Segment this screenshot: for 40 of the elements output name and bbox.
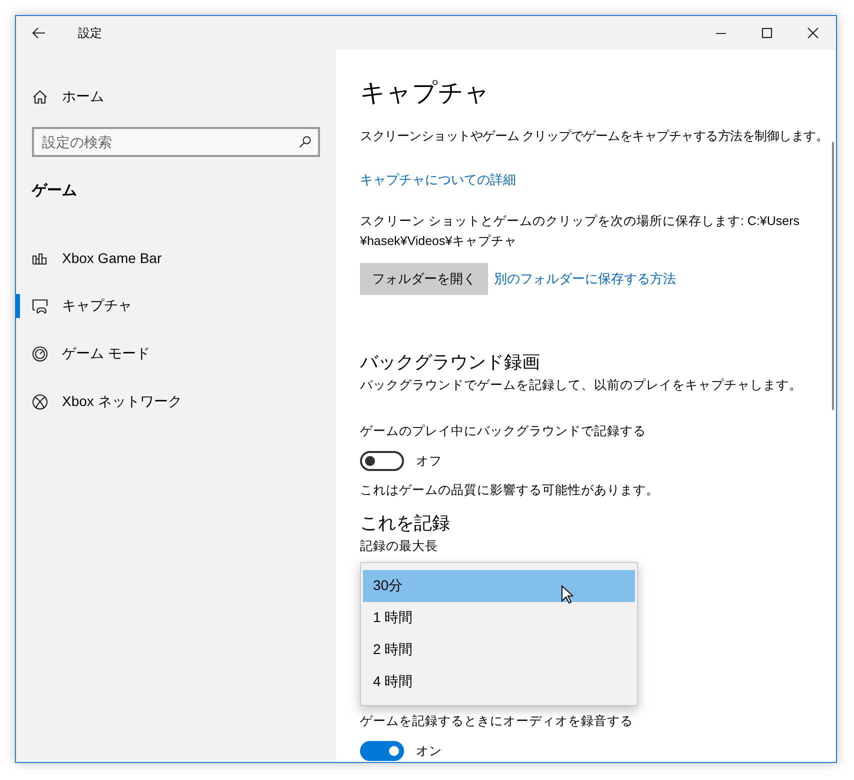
gauge-icon [32,346,48,362]
sidebar-item[interactable]: Xbox ネットワーク [16,378,336,426]
minimize-icon [716,32,726,34]
save-location-text: スクリーン ショットとゲームのクリップを次の場所に保存します: C:¥Users ¥hasek¥Videos¥キャプチャ [360,213,801,250]
dropdown-option[interactable]: 30分 [363,570,635,602]
back-arrow-icon [31,25,47,41]
window-title: 設定 [78,24,103,42]
home-link[interactable]: ホーム [62,88,104,106]
sidebar-item[interactable]: Xbox Game Bar [16,234,336,282]
setting-label: ゲームのプレイ中にバックグラウンドで記録する [360,423,647,440]
toggle-state: オフ [416,453,442,470]
mouse-pointer-icon [561,585,573,604]
sidebar-item[interactable]: ゲーム モード [16,330,336,378]
dropdown-option[interactable]: 4 時間 [363,666,635,698]
setting-label: 記録の最大長 [360,538,439,555]
xbox-logo-icon [32,394,48,410]
scrollbar[interactable] [832,142,834,410]
section-heading: ゲーム [32,181,78,200]
section-heading: これを記録 [360,512,451,535]
toggle-switch[interactable] [360,451,404,471]
sidebar-item[interactable]: キャプチャ [16,282,336,330]
dropdown-option[interactable]: 2 時間 [363,634,635,666]
screen-gamepad-icon [32,298,48,314]
close-icon [807,27,819,39]
toggle-state: オン [416,743,442,760]
dropdown-option[interactable]: 1 時間 [363,602,635,634]
description-text: スクリーンショットやゲーム クリップでゲームをキャプチャする方法を制御します。 [360,128,830,145]
setting-label: ゲームを記録するときにオーディオを録音する [360,713,634,730]
section-heading: バックグラウンド録画 [360,351,541,374]
section-description: バックグラウンドでゲームを記録して、以前のプレイをキャプチャします。 [360,377,803,394]
page-title: キャプチャ [360,78,491,109]
open-folder-button[interactable]: フォルダーを開く [360,263,488,295]
search-field[interactable]: 設定の検索 [32,127,320,157]
toggle-switch[interactable] [360,741,404,761]
other-folder-link[interactable]: 別のフォルダーに保存する方法 [494,270,676,288]
maximize-icon [761,27,773,39]
details-link[interactable]: キャプチャについての詳細 [360,171,516,191]
search-icon [298,135,312,149]
home-icon [32,89,48,105]
note-text: これはゲームの品質に影響する可能性があります。 [360,482,660,499]
